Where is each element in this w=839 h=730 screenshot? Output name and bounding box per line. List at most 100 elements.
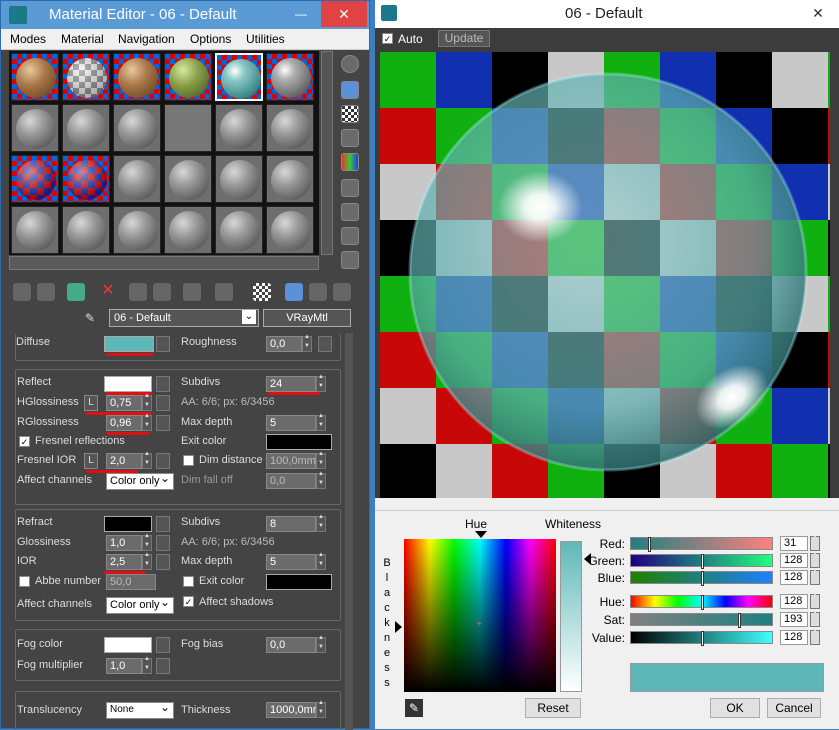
glossiness-spinner[interactable] <box>142 533 152 551</box>
put-to-library-icon[interactable] <box>153 283 171 301</box>
sample-slot[interactable] <box>62 155 110 203</box>
sample-slot[interactable] <box>215 206 263 254</box>
dim-falloff-field[interactable]: 0,0 <box>266 473 316 489</box>
dim-distance-checkbox[interactable] <box>183 455 194 466</box>
material-id-channel-icon[interactable] <box>183 283 201 301</box>
fog-multiplier-field[interactable]: 1,0 <box>106 658 142 674</box>
sample-slot[interactable] <box>62 104 110 152</box>
refr-max-depth-spinner[interactable] <box>316 552 326 570</box>
refl-max-depth-spinner[interactable] <box>316 413 326 431</box>
refr-subdivs-spinner[interactable] <box>316 514 326 532</box>
glossiness-field[interactable]: 1,0 <box>106 535 142 551</box>
sample-slot[interactable] <box>113 53 161 101</box>
make-unique-icon[interactable] <box>129 283 147 301</box>
options-icon[interactable] <box>341 203 359 221</box>
hue-spinner[interactable] <box>810 592 820 609</box>
fresnel-ior-map-button[interactable] <box>156 453 170 469</box>
affect-channels-dropdown[interactable]: Color only <box>106 471 174 490</box>
blue-slider[interactable] <box>630 571 773 586</box>
blue-spinner[interactable] <box>810 568 820 585</box>
refl-exit-color-swatch[interactable] <box>266 434 332 450</box>
green-slider[interactable] <box>630 554 773 569</box>
hue-blackness-spectrum[interactable] <box>404 539 556 692</box>
abbe-field[interactable]: 50,0 <box>106 574 156 590</box>
roughness-spinner[interactable] <box>302 334 312 352</box>
rglossiness-map-button[interactable] <box>156 415 170 431</box>
translucency-dropdown[interactable]: None <box>106 700 174 719</box>
show-shaded-icon[interactable] <box>215 283 233 301</box>
dim-falloff-spinner[interactable] <box>316 471 326 489</box>
material-map-navigator-icon[interactable] <box>341 251 359 269</box>
fresnel-ior-lock-button[interactable]: L <box>84 453 98 469</box>
fog-color-map-button[interactable] <box>156 637 170 653</box>
menu-modes[interactable]: Modes <box>10 32 46 46</box>
refract-color-swatch[interactable] <box>104 516 152 532</box>
slots-vertical-scrollbar[interactable] <box>321 51 333 255</box>
show-end-result-icon[interactable] <box>253 283 271 301</box>
fog-color-swatch[interactable] <box>104 637 152 653</box>
refl-subdivs-field[interactable]: 24 <box>266 376 316 392</box>
slider-thumb[interactable] <box>738 613 741 628</box>
hglossiness-map-button[interactable] <box>156 395 170 411</box>
put-to-scene-icon[interactable] <box>37 283 55 301</box>
backlight-icon[interactable] <box>341 81 359 99</box>
abbe-checkbox[interactable] <box>19 576 30 587</box>
sample-slot[interactable] <box>113 104 161 152</box>
sample-slot[interactable] <box>62 53 110 101</box>
assign-to-selection-icon[interactable] <box>67 283 85 301</box>
diffuse-color-swatch[interactable] <box>104 336 154 352</box>
ior-map-button[interactable] <box>156 554 170 570</box>
thickness-spinner[interactable] <box>316 700 326 718</box>
slider-thumb[interactable] <box>701 571 704 586</box>
red-field[interactable]: 31 <box>780 536 808 551</box>
minimize-button[interactable]: — <box>283 1 319 27</box>
fresnel-ior-spinner[interactable] <box>142 451 152 469</box>
slots-horizontal-scrollbar[interactable] <box>9 256 319 270</box>
refr-affect-channels-dropdown[interactable]: Color only <box>106 595 174 614</box>
value-slider[interactable] <box>630 631 773 646</box>
sample-slot[interactable] <box>215 155 263 203</box>
fresnel-checkbox[interactable]: ✓ <box>19 436 30 447</box>
sample-slot[interactable] <box>11 206 59 254</box>
go-forward-sibling-icon[interactable] <box>309 283 327 301</box>
dim-distance-field[interactable]: 100,0mm <box>266 453 316 469</box>
menu-options[interactable]: Options <box>190 32 231 46</box>
reset-map-icon[interactable]: ✕ <box>99 283 117 301</box>
sample-slot[interactable] <box>266 53 314 101</box>
select-by-material-icon[interactable] <box>341 227 359 245</box>
slider-thumb[interactable] <box>648 537 651 552</box>
ok-button[interactable]: OK <box>710 698 760 718</box>
sample-slot[interactable] <box>113 155 161 203</box>
refr-exit-color-checkbox[interactable] <box>183 576 194 587</box>
make-preview-icon[interactable] <box>341 179 359 197</box>
refr-max-depth-field[interactable]: 5 <box>266 554 316 570</box>
sample-slot[interactable] <box>11 104 59 152</box>
close-button[interactable]: ✕ <box>321 1 367 27</box>
diffuse-map-button[interactable] <box>156 336 170 352</box>
sample-slot[interactable] <box>266 104 314 152</box>
refr-subdivs-field[interactable]: 8 <box>266 516 316 532</box>
refl-max-depth-field[interactable]: 5 <box>266 415 316 431</box>
reflect-color-swatch[interactable] <box>104 376 152 392</box>
auto-checkbox[interactable]: ✓ <box>382 33 393 44</box>
sample-slot-selected[interactable] <box>215 53 263 101</box>
fog-multiplier-map-button[interactable] <box>156 658 170 674</box>
get-material-icon[interactable] <box>13 283 31 301</box>
slider-thumb[interactable] <box>701 631 704 646</box>
sat-spinner[interactable] <box>810 610 820 627</box>
menu-utilities[interactable]: Utilities <box>246 32 285 46</box>
go-to-parent-icon[interactable] <box>285 283 303 301</box>
sample-uv-icon[interactable] <box>341 129 359 147</box>
eyedropper-icon[interactable]: ✎ <box>85 311 99 325</box>
update-button[interactable]: Update <box>438 30 490 47</box>
sample-slot[interactable] <box>266 155 314 203</box>
material-name-dropdown[interactable]: 06 - Default ⌄ <box>109 309 259 327</box>
sat-slider[interactable] <box>630 613 773 628</box>
sample-slot[interactable] <box>11 53 59 101</box>
sample-slot[interactable] <box>266 206 314 254</box>
value-field[interactable]: 128 <box>780 630 808 645</box>
sample-slot[interactable] <box>62 206 110 254</box>
slider-thumb[interactable] <box>701 554 704 569</box>
green-field[interactable]: 128 <box>780 553 808 568</box>
rglossiness-field[interactable]: 0,96 <box>106 415 142 431</box>
